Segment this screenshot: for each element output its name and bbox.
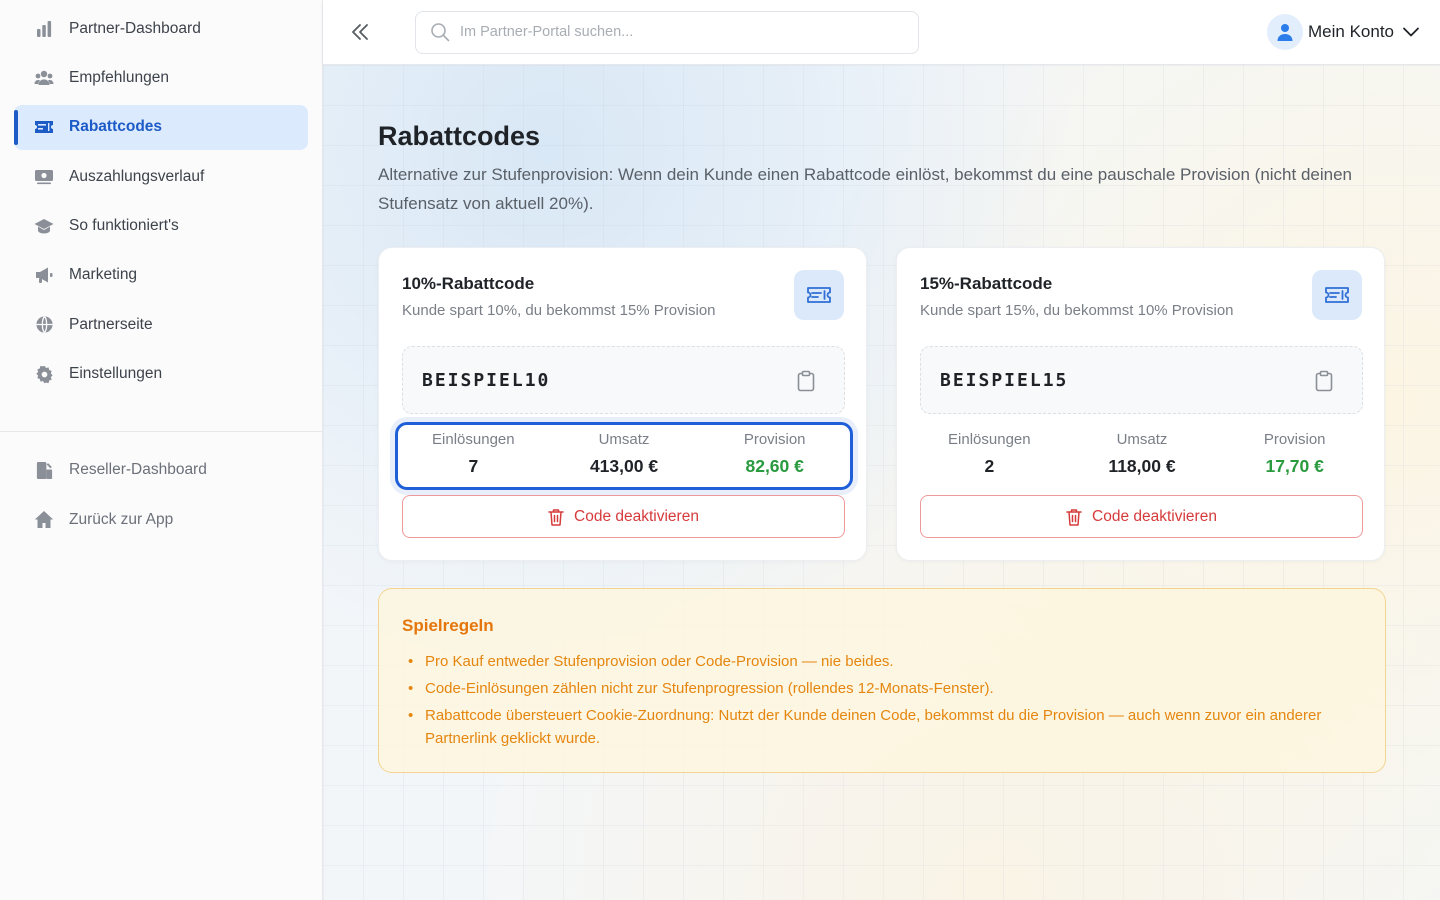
stat-label: Umsatz xyxy=(598,431,650,448)
stat-label: Einlösungen xyxy=(432,431,515,448)
sidebar-item-label: Reseller-Dashboard xyxy=(69,461,207,479)
stat-commission: Provision 17,70 € xyxy=(1218,422,1371,490)
stat-value: 7 xyxy=(468,456,479,476)
deactivate-code-button[interactable]: Code deaktivieren xyxy=(402,495,845,538)
sidebar-item-empfehlungen[interactable]: Empfehlungen xyxy=(14,55,308,100)
graduation-cap-icon xyxy=(34,216,54,236)
megaphone-icon xyxy=(34,265,54,285)
sidebar-item-label: Partner-Dashboard xyxy=(69,19,201,37)
clipboard-icon[interactable] xyxy=(796,370,816,397)
stat-redemptions: Einlösungen 7 xyxy=(398,425,549,487)
stat-revenue: Umsatz 413,00 € xyxy=(549,425,700,487)
sidebar-item-label: Empfehlungen xyxy=(69,68,169,86)
money-icon xyxy=(34,167,54,187)
clipboard-icon[interactable] xyxy=(1314,370,1334,397)
ticket-icon xyxy=(34,117,54,137)
globe-icon xyxy=(34,315,54,335)
reseller-icon xyxy=(34,460,54,480)
stats-row: Einlösungen 7 Umsatz 413,00 € Provision … xyxy=(395,422,853,490)
trash-icon xyxy=(1066,508,1082,526)
stat-value: 413,00 € xyxy=(589,456,659,476)
card-title: 15%-Rabattcode xyxy=(920,274,1053,293)
sidebar-item-zurueck-zur-app[interactable]: Zurück zur App xyxy=(14,497,308,542)
deactivate-code-button[interactable]: Code deaktivieren xyxy=(920,495,1363,538)
bar-chart-icon xyxy=(34,19,54,39)
sidebar-item-label: So funktioniert's xyxy=(69,217,179,235)
collapse-sidebar-button[interactable] xyxy=(345,17,375,47)
stat-value: 118,00 € xyxy=(1108,456,1176,476)
chevron-down-icon xyxy=(1402,23,1420,41)
sidebar-item-reseller-dashboard[interactable]: Reseller-Dashboard xyxy=(14,448,308,493)
sidebar-nav: Partner-Dashboard Empfehlungen Rabattcod… xyxy=(0,0,322,542)
discount-code-card: 15%-Rabattcode Kunde spart 15%, du bekom… xyxy=(896,247,1385,561)
discount-code-card: 10%-Rabattcode Kunde spart 10%, du bekom… xyxy=(378,247,867,561)
discount-code: BEISPIEL15 xyxy=(940,369,1069,391)
stat-value: 82,60 € xyxy=(745,456,804,476)
account-menu[interactable]: Mein Konto xyxy=(1267,14,1420,50)
card-title: 10%-Rabattcode xyxy=(402,274,535,293)
stat-value: 17,70 € xyxy=(1265,456,1324,476)
sidebar-item-label: Zurück zur App xyxy=(69,510,174,528)
rule-item: Pro Kauf entweder Stufenprovision oder C… xyxy=(406,650,1366,673)
sidebar-divider xyxy=(0,430,322,432)
sidebar-item-partnerseite[interactable]: Partnerseite xyxy=(14,302,308,347)
ticket-badge xyxy=(1312,270,1362,320)
card-subtitle: Kunde spart 15%, du bekommst 10% Provisi… xyxy=(920,302,1234,319)
button-label: Code deaktivieren xyxy=(1092,507,1217,525)
sidebar-item-label: Auszahlungsverlauf xyxy=(69,167,205,185)
stat-label: Umsatz xyxy=(1116,431,1168,448)
ticket-icon xyxy=(1324,285,1350,305)
ticket-icon xyxy=(806,285,832,305)
sidebar-item-label: Partnerseite xyxy=(69,315,153,333)
stats-row: Einlösungen 2 Umsatz 118,00 € Provision … xyxy=(913,422,1371,490)
sidebar-item-so-funktionierts[interactable]: So funktioniert's xyxy=(14,204,308,249)
sidebar-item-label: Marketing xyxy=(69,266,138,284)
double-chevron-left-icon xyxy=(350,22,370,42)
ticket-badge xyxy=(794,270,844,320)
search-input[interactable] xyxy=(460,24,880,40)
search-box[interactable] xyxy=(415,10,919,54)
sidebar-item-label: Rabattcodes xyxy=(69,118,163,136)
sidebar-item-rabattcodes[interactable]: Rabattcodes xyxy=(14,104,308,150)
rule-item: Rabattcode übersteuert Cookie-Zuordnung:… xyxy=(406,704,1366,750)
search-icon xyxy=(430,22,450,42)
code-box: BEISPIEL10 xyxy=(402,346,845,414)
rules-list: Pro Kauf entweder Stufenprovision oder C… xyxy=(406,650,1366,754)
rules-box: Spielregeln Pro Kauf entweder Stufenprov… xyxy=(378,588,1386,773)
stat-label: Einlösungen xyxy=(948,431,1031,448)
stat-label: Provision xyxy=(743,431,806,448)
sidebar-item-label: Einstellungen xyxy=(69,365,163,383)
card-subtitle: Kunde spart 10%, du bekommst 15% Provisi… xyxy=(402,302,716,319)
stat-label: Provision xyxy=(1263,431,1326,448)
stat-value: 2 xyxy=(984,456,995,476)
sidebar-item-marketing[interactable]: Marketing xyxy=(14,253,308,298)
users-icon xyxy=(34,68,54,88)
stat-redemptions: Einlösungen 2 xyxy=(913,422,1066,490)
stat-commission: Provision 82,60 € xyxy=(699,425,850,487)
sidebar-item-auszahlungsverlauf[interactable]: Auszahlungsverlauf xyxy=(14,154,308,199)
user-icon xyxy=(1277,23,1293,41)
page-title: Rabattcodes xyxy=(378,121,541,151)
rules-title: Spielregeln xyxy=(402,616,494,635)
sidebar-item-partner-dashboard[interactable]: Partner-Dashboard xyxy=(14,6,308,51)
button-label: Code deaktivieren xyxy=(574,507,699,525)
account-label: Mein Konto xyxy=(1308,22,1394,41)
topbar: Mein Konto xyxy=(323,0,1440,65)
gear-icon xyxy=(34,364,54,384)
discount-code: BEISPIEL10 xyxy=(422,369,551,391)
avatar xyxy=(1267,14,1303,50)
trash-icon xyxy=(548,508,564,526)
page-description: Alternative zur Stufenprovision: Wenn de… xyxy=(378,165,1352,213)
sidebar: Partner-Dashboard Empfehlungen Rabattcod… xyxy=(0,0,323,900)
code-box: BEISPIEL15 xyxy=(920,346,1363,414)
home-icon xyxy=(34,510,54,530)
sidebar-item-einstellungen[interactable]: Einstellungen xyxy=(14,352,308,397)
stat-revenue: Umsatz 118,00 € xyxy=(1066,422,1219,490)
rule-item: Code-Einlösungen zählen nicht zur Stufen… xyxy=(406,677,1366,700)
main-content: Rabattcodes Alternative zur Stufenprovis… xyxy=(323,65,1440,900)
